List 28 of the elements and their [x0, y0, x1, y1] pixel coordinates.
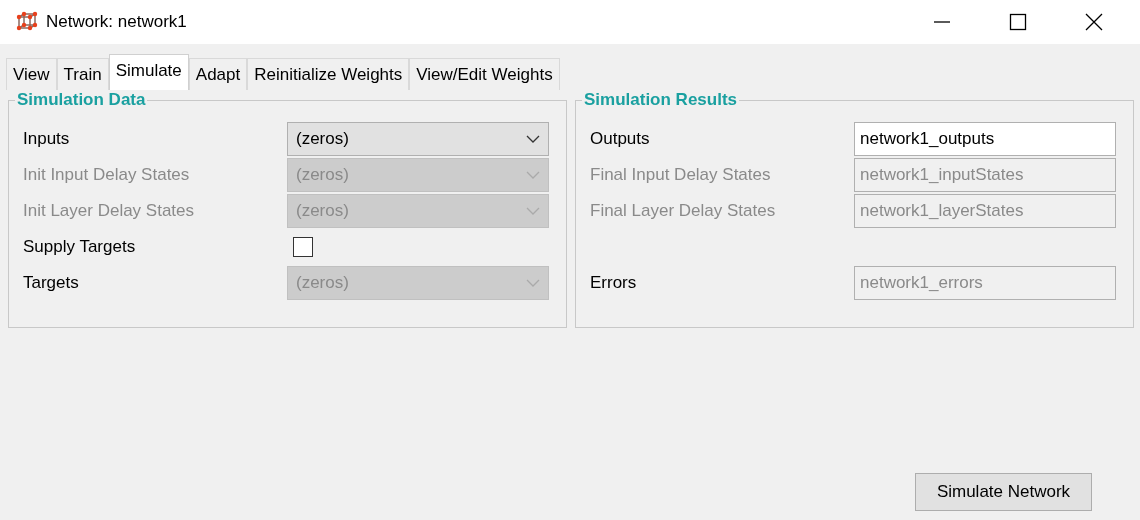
field-label: Outputs [590, 127, 651, 150]
minimize-icon [934, 21, 950, 23]
field-label: Init Input Delay States [23, 163, 191, 186]
tab[interactable]: Adapt [188, 58, 248, 90]
maximize-icon [1009, 13, 1027, 31]
close-icon [1085, 13, 1103, 31]
tab[interactable]: View [6, 58, 57, 90]
field-label: Supply Targets [23, 235, 137, 258]
field-label: Final Input Delay States [590, 163, 772, 186]
simulate-button[interactable]: Simulate Network [915, 472, 1092, 511]
text-field[interactable]: network1_outputs [854, 121, 1116, 156]
tab[interactable]: Simulate [108, 54, 189, 90]
chevron-down-icon [526, 134, 540, 143]
field-label: Final Layer Delay States [590, 199, 777, 222]
field-label: Errors [590, 271, 638, 294]
chevron-down-icon [526, 278, 540, 287]
dropdown[interactable]: (zeros) [287, 121, 549, 156]
window-title: Network: network1 [46, 11, 188, 34]
field-label: Inputs [23, 127, 71, 150]
tab[interactable]: View/Edit Weights [409, 58, 560, 90]
field-label: Targets [23, 271, 80, 294]
chevron-down-icon [526, 170, 540, 179]
tab[interactable]: Reinitialize Weights [247, 58, 410, 90]
network-cube-icon [16, 11, 38, 33]
checkbox[interactable] [293, 236, 313, 257]
tab[interactable]: Train [56, 58, 109, 90]
chevron-down-icon [526, 206, 540, 215]
field-label: Init Layer Delay States [23, 199, 196, 222]
